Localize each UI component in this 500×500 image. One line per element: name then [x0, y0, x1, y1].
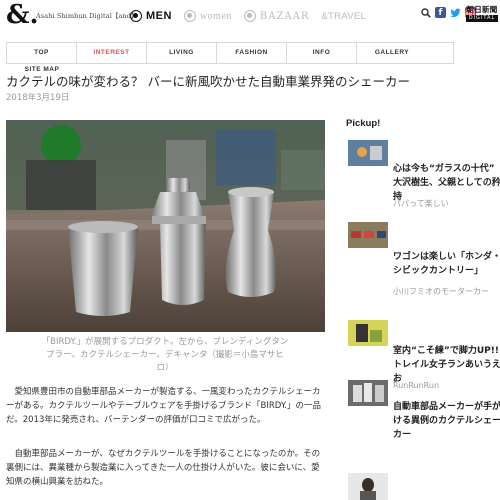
nav-item-living[interactable]: LIVING	[147, 43, 217, 63]
pickup-item[interactable]	[348, 473, 498, 500]
digital-logo-text: 朝日新聞	[466, 5, 498, 14]
nav-item-top[interactable]: TOP	[7, 43, 77, 63]
brand-women-label: women	[199, 10, 232, 22]
brand-men-label: MEN	[146, 10, 172, 22]
nav-item-info[interactable]: INFO	[287, 43, 357, 63]
brand-men-link[interactable]: MEN	[130, 10, 172, 22]
nav-item-gallery[interactable]: GALLERY	[357, 43, 427, 63]
brand-travel-label: &TRAVEL	[321, 10, 367, 22]
brand-bazaar-icon	[243, 10, 256, 22]
brand-women-icon	[183, 10, 196, 22]
nav-item-fashion[interactable]: FASHION	[217, 43, 287, 63]
pickup-heading: Pickup!	[346, 118, 381, 129]
pickup-thumbnail	[348, 380, 388, 406]
brand-travel-link[interactable]: &TRAVEL	[321, 11, 366, 22]
site-header: &. Asahi Shimbun Digital【and】 MEN women …	[0, 0, 500, 34]
article-paragraph: 愛知県豊田市の自動車部品メーカーが製造する、一風変わったカクテルシェーカーがある…	[6, 387, 321, 425]
pickup-item[interactable]: 室内“こそ練”で脚力UP!! トレイル女子ランあいうえお RunRunRun	[348, 320, 500, 390]
pickup-title[interactable]: ワゴンは楽しい「ホンダ・シビックカントリー」	[393, 250, 500, 278]
pickup-source: 小川フミオのモーターカー	[393, 287, 489, 296]
article-date: 2018年3月19日	[6, 93, 70, 103]
brand-women-link[interactable]: women	[183, 10, 232, 22]
main-nav: TOP INTEREST LIVING FASHION INFO GALLERY	[6, 42, 454, 64]
pickup-thumbnail	[348, 320, 388, 346]
brand-bazaar-label: BAZAAR	[259, 10, 310, 22]
site-subtitle: Asahi Shimbun Digital【and】	[36, 12, 138, 20]
pickup-title[interactable]: 自動車部品メーカーが手がける異例のカクテルシェーカー	[393, 400, 500, 442]
pickup-thumbnail	[348, 140, 388, 166]
asahi-digital-logo[interactable]: 朝日新聞 DIGITAL	[466, 5, 498, 23]
photo-caption: 「BIRDY.」が展開するプロダクト。左から、ブレンディングタンブラー、カクテル…	[41, 337, 289, 373]
site-logo[interactable]: &.	[6, 2, 39, 28]
twitter-icon[interactable]	[450, 7, 461, 18]
brand-switcher: MEN women BAZAAR &TRAVEL	[130, 8, 378, 24]
brand-bazaar-link[interactable]: BAZAAR	[243, 10, 310, 22]
nav-item-interest[interactable]: INTEREST	[77, 43, 147, 63]
digital-logo-sub: DIGITAL	[466, 15, 498, 22]
brand-men-icon	[130, 10, 142, 22]
pickup-thumbnail	[348, 222, 388, 248]
facebook-icon[interactable]: f	[435, 7, 446, 18]
pickup-item[interactable]: ワゴンは楽しい「ホンダ・シビックカントリー」 小川フミオのモーターカー	[348, 222, 500, 312]
article-title: カクテルの味が変わる？ バーに新風吹かせた自動車業界発のシェーカー	[6, 74, 410, 89]
pickup-item[interactable]: 心は今も“ガラスの十代” 大沢樹生、父親としての矜持 パパって楽しい	[348, 140, 500, 210]
article-paragraph: 自動車部品メーカーが、なぜカクテルツールを手掛けることになったのか。その裏側には…	[6, 449, 321, 487]
pickup-item[interactable]: 自動車部品メーカーが手がける異例のカクテルシェーカー	[348, 380, 500, 442]
article-hero-photo	[6, 120, 325, 332]
pickup-thumbnail	[348, 473, 388, 500]
pickup-source: パパって楽しい	[393, 199, 449, 208]
nav-row-1: TOP INTEREST LIVING FASHION INFO GALLERY	[7, 43, 453, 63]
search-icon[interactable]	[420, 7, 431, 18]
